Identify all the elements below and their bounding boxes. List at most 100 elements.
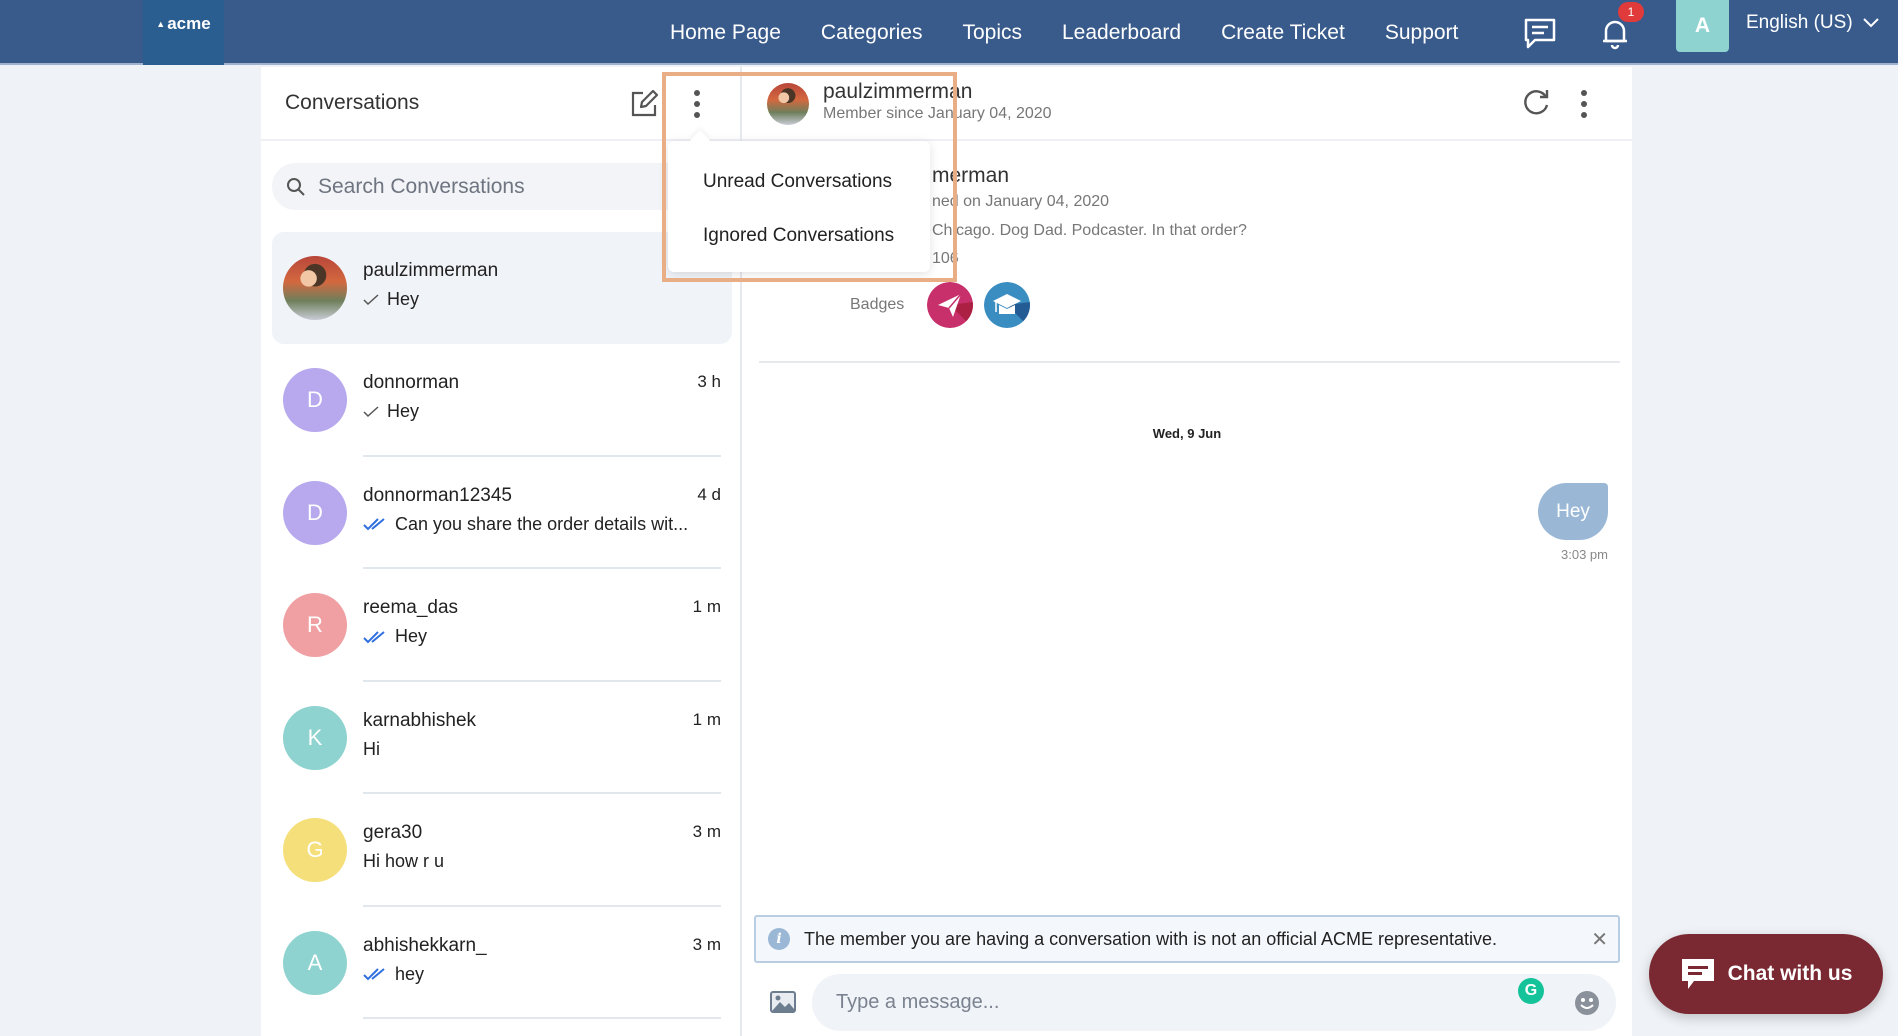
date-separator: Wed, 9 Jun [1152, 426, 1222, 441]
conversation-item[interactable]: G gera30 3 m Hi how r u [272, 794, 732, 907]
nav-leaderboard[interactable]: Leaderboard [1062, 21, 1181, 45]
double-check-icon [363, 518, 385, 531]
refresh-button[interactable] [1520, 87, 1552, 124]
double-check-icon [363, 968, 385, 981]
preview-text: Hi [363, 738, 380, 759]
conversation-name: donnorman [363, 372, 460, 393]
message-composer: G [812, 974, 1616, 1031]
conversation-name: abhishekkarn_ [363, 934, 487, 956]
nav-home-page[interactable]: Home Page [670, 21, 781, 45]
close-icon[interactable]: ✕ [1591, 927, 1608, 952]
conversations-header: Conversations [261, 67, 740, 141]
chat-with-us-button[interactable]: Chat with us [1649, 934, 1883, 1014]
chat-username[interactable]: paulzimmerman [823, 80, 972, 104]
conversation-time: 4 d [697, 484, 721, 504]
kebab-dot [1581, 112, 1587, 118]
conversation-time: 3 h [697, 372, 721, 391]
conversation-item[interactable]: R reema_das 1 m Hey [272, 569, 732, 682]
nav-support[interactable]: Support [1385, 21, 1459, 45]
conversation-preview: hey [363, 964, 424, 985]
logo-text: acme [167, 14, 211, 33]
conversation-preview: Can you share the order details wit... [363, 514, 688, 535]
conversation-name: donnorman12345 [363, 484, 512, 506]
message-input[interactable] [836, 986, 1516, 1018]
avatar-initial: R [283, 593, 347, 657]
menu-item-ignored-conversations[interactable]: Ignored Conversations [703, 225, 894, 247]
search-icon [287, 177, 305, 196]
conversation-item[interactable]: D donnorman12345 4 d Can you share the o… [272, 457, 732, 569]
nav-links: Home Page Categories Topics Leaderboard … [670, 0, 1498, 65]
grammarly-icon[interactable]: G [1518, 978, 1544, 1004]
attach-image-button[interactable] [770, 991, 796, 1018]
conversation-preview: Hey [363, 626, 427, 647]
conversation-item[interactable]: A abhishekkarn_ 3 m hey [272, 907, 732, 1019]
profile-joined: ned on January 04, 2020 [932, 193, 1110, 210]
conversation-item[interactable]: D donnorman 3 h Hey [272, 344, 732, 457]
avatar-initial: K [283, 705, 347, 770]
nav-topics[interactable]: Topics [962, 21, 1022, 45]
conversation-preview: Hi [363, 739, 380, 760]
preview-text: hey [395, 963, 425, 984]
member-since: Member since January 04, 2020 [823, 105, 1052, 122]
acme-logo[interactable]: ▲ acme [143, 0, 224, 65]
emoji-button[interactable] [1574, 990, 1600, 1021]
conversations-title: Conversations [285, 91, 420, 114]
info-icon: i [768, 928, 790, 950]
conversation-time: 1 m [692, 709, 721, 729]
preview-text: Hey [387, 289, 420, 309]
badges-label: Badges [850, 296, 905, 313]
nav-create-ticket[interactable]: Create Ticket [1221, 21, 1345, 45]
top-nav: ▲ acme Home Page Categories Topics Leade… [0, 0, 1898, 65]
conversation-name: karnabhishek [363, 709, 477, 731]
profile-divider [759, 361, 1620, 363]
chat-avatar-photo[interactable] [767, 83, 809, 125]
double-check-icon [363, 630, 385, 643]
single-check-icon [363, 293, 379, 305]
profile-bio: Chicago. Dog Dad. Podcaster. In that ord… [932, 222, 1247, 239]
search-input[interactable] [318, 174, 698, 199]
messages-button[interactable] [1522, 0, 1558, 65]
notifications-button[interactable]: 1 [1598, 0, 1644, 65]
conversation-time: 3 m [692, 934, 721, 954]
conversation-preview: Hey [363, 401, 419, 422]
language-label: English (US) [1746, 12, 1853, 33]
representative-notice: i The member you are having a conversati… [754, 915, 1620, 963]
compose-button[interactable] [629, 89, 659, 124]
kebab-dot [694, 112, 700, 118]
conversation-time: 1 m [692, 597, 721, 616]
kebab-dot [1581, 101, 1587, 107]
chat-bubble-icon [1524, 18, 1556, 48]
conversation-item[interactable]: paulzimmerman Hey [272, 232, 732, 344]
conversation-name: reema_das [363, 597, 459, 618]
preview-text: Can you share the order details wit... [395, 513, 689, 534]
conversations-menu-button[interactable] [687, 87, 707, 121]
message-bubble-outgoing: Hey [1538, 483, 1608, 540]
message-time: 3:03 pm [1561, 547, 1608, 562]
notification-count-badge: 1 [1618, 2, 1644, 22]
conversation-preview: Hey [363, 289, 419, 310]
row-divider [363, 1017, 721, 1019]
refresh-icon [1524, 90, 1549, 115]
conversation-name: paulzimmerman [363, 260, 499, 281]
image-icon [770, 991, 796, 1013]
paper-plane-badge-icon[interactable] [927, 282, 973, 328]
search-bar [272, 163, 732, 210]
language-selector[interactable]: English (US) [1746, 12, 1879, 34]
conversation-preview: Hi how r u [363, 851, 444, 872]
chat-with-us-label: Chat with us [1727, 962, 1853, 985]
conversation-item[interactable]: K karnabhishek 1 m Hi [272, 682, 732, 794]
preview-text: Hey [387, 401, 420, 421]
menu-item-unread-conversations[interactable]: Unread Conversations [703, 171, 892, 193]
single-check-icon [363, 405, 379, 417]
graduation-cap-badge-icon[interactable] [984, 282, 1030, 328]
conversation-name: gera30 [363, 822, 423, 843]
chat-menu-button[interactable] [1574, 88, 1594, 120]
user-avatar[interactable]: A [1676, 0, 1729, 52]
profile-name: merman [932, 164, 1010, 187]
conversation-time: 3 m [692, 822, 721, 841]
chat-message-icon [1681, 959, 1714, 989]
avatar-initial: A [283, 930, 347, 995]
nav-categories[interactable]: Categories [821, 21, 923, 45]
kebab-dot [694, 90, 700, 96]
conversation-list: paulzimmerman Hey D donnorman 3 h Hey D … [272, 232, 732, 1019]
